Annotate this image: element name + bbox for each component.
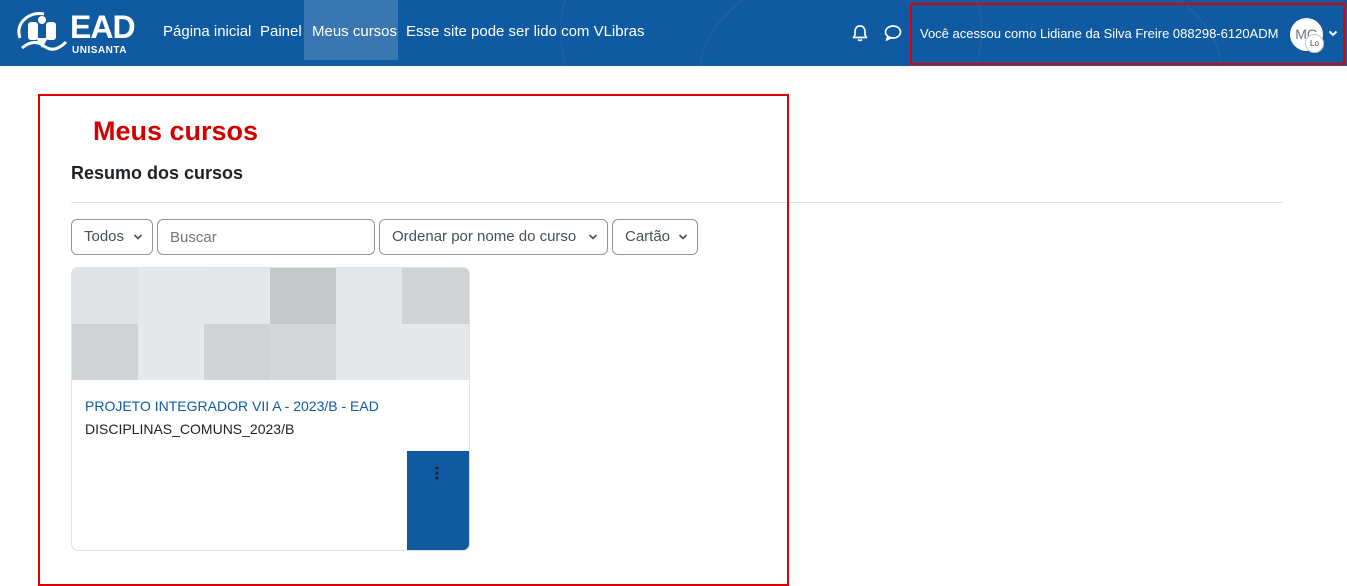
site-logo[interactable]: EAD UNISANTA: [14, 6, 136, 58]
logo-subtext: UNISANTA: [72, 45, 127, 56]
highlight-box-main-content: [38, 94, 789, 586]
nav-item-pagina-inicial[interactable]: Página inicial: [155, 0, 259, 60]
logo-text: EAD: [70, 9, 136, 45]
nav-item-vlibras[interactable]: Esse site pode ser lido com VLibras: [398, 0, 652, 60]
chat-bubble-icon[interactable]: [882, 22, 904, 44]
nav-item-meus-cursos[interactable]: Meus cursos: [304, 0, 398, 60]
seal-emblem-icon: [17, 12, 68, 51]
nav-item-painel[interactable]: Painel: [252, 0, 310, 60]
bell-icon[interactable]: [849, 22, 871, 44]
highlight-box-user-menu: [910, 3, 1345, 65]
